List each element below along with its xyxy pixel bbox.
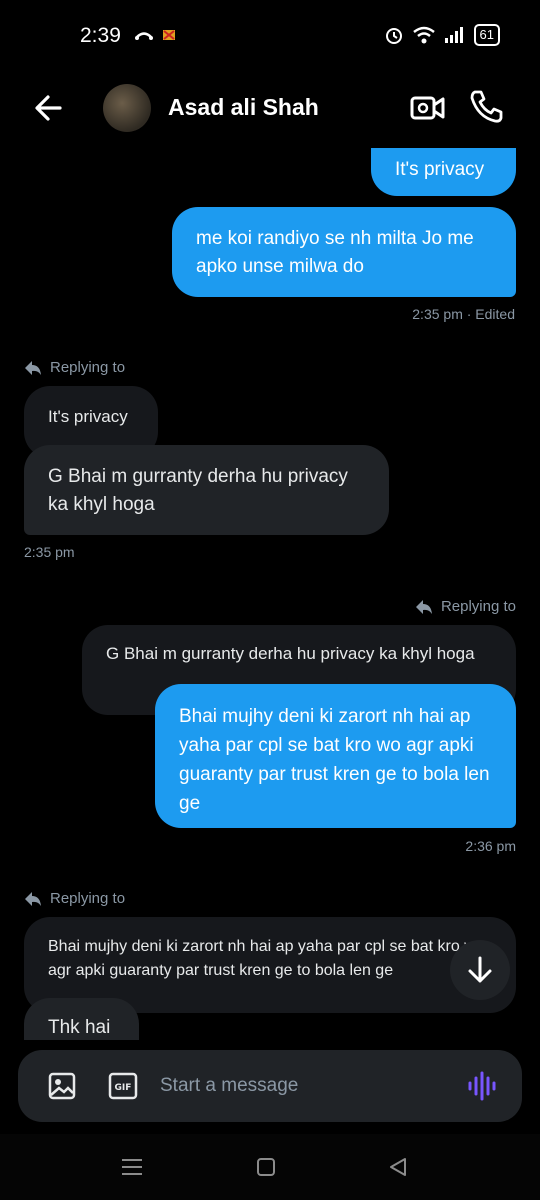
menu-icon xyxy=(122,1159,142,1175)
incoming-message[interactable]: G Bhai m gurranty derha hu privacy ka kh… xyxy=(24,445,389,535)
arrow-left-icon xyxy=(35,95,62,121)
gif-button[interactable]: GIF xyxy=(108,1071,138,1106)
replying-label: Replying to xyxy=(415,598,516,615)
message-input[interactable]: Start a message xyxy=(160,1075,298,1097)
replying-label: Replying to xyxy=(24,359,125,376)
incoming-message[interactable]: Thk hai xyxy=(24,998,139,1040)
reply-arrow-icon xyxy=(25,360,41,375)
home-square-icon xyxy=(257,1158,275,1176)
battery-indicator: 61 xyxy=(473,24,500,46)
gif-icon: GIF xyxy=(108,1072,138,1100)
home-button[interactable] xyxy=(256,1157,276,1182)
contact-name[interactable]: Asad ali Shah xyxy=(168,94,319,121)
reply-arrow-icon xyxy=(415,599,432,614)
status-bar: 2:39 61 xyxy=(0,0,540,72)
avatar[interactable] xyxy=(103,84,151,132)
alarm-icon xyxy=(385,28,402,44)
wifi-icon xyxy=(412,26,435,44)
status-time: 2:39 xyxy=(80,24,121,47)
scroll-to-bottom-button[interactable] xyxy=(450,940,510,1000)
reply-arrow-icon xyxy=(25,891,41,906)
outgoing-message[interactable]: Bhai mujhy deni ki zarort nh hai ap yaha… xyxy=(155,684,516,828)
back-triangle-icon xyxy=(390,1158,406,1176)
video-call-button[interactable] xyxy=(408,88,448,128)
arrow-down-icon xyxy=(468,956,492,983)
voice-wave-icon xyxy=(468,1071,496,1101)
video-call-icon xyxy=(410,96,445,120)
replying-label: Replying to xyxy=(24,890,125,907)
replying-text: Replying to xyxy=(440,598,516,615)
image-icon xyxy=(48,1072,76,1100)
image-button[interactable] xyxy=(48,1071,76,1106)
phone-icon xyxy=(470,90,503,123)
status-icons: 61 xyxy=(384,24,500,46)
message-timestamp: 2:35 pm xyxy=(24,544,75,560)
replying-text: Replying to xyxy=(50,890,126,907)
voice-call-button[interactable] xyxy=(466,86,506,126)
recent-apps-button[interactable] xyxy=(120,1157,144,1182)
outgoing-message[interactable]: It's privacy xyxy=(371,148,516,196)
voice-message-button[interactable] xyxy=(466,1070,498,1107)
back-nav-button[interactable] xyxy=(388,1156,408,1183)
notification-icon xyxy=(162,28,176,47)
back-button[interactable] xyxy=(30,88,70,128)
outgoing-message[interactable]: me koi randiyo se nh milta Jo me apko un… xyxy=(172,207,516,297)
replying-text: Replying to xyxy=(50,359,126,376)
signal-icon xyxy=(444,27,463,43)
svg-text:GIF: GIF xyxy=(115,1083,132,1093)
message-timestamp: 2:35 pm · Edited xyxy=(412,306,515,322)
missed-call-icon xyxy=(135,28,153,47)
message-timestamp: 2:36 pm xyxy=(465,838,516,854)
